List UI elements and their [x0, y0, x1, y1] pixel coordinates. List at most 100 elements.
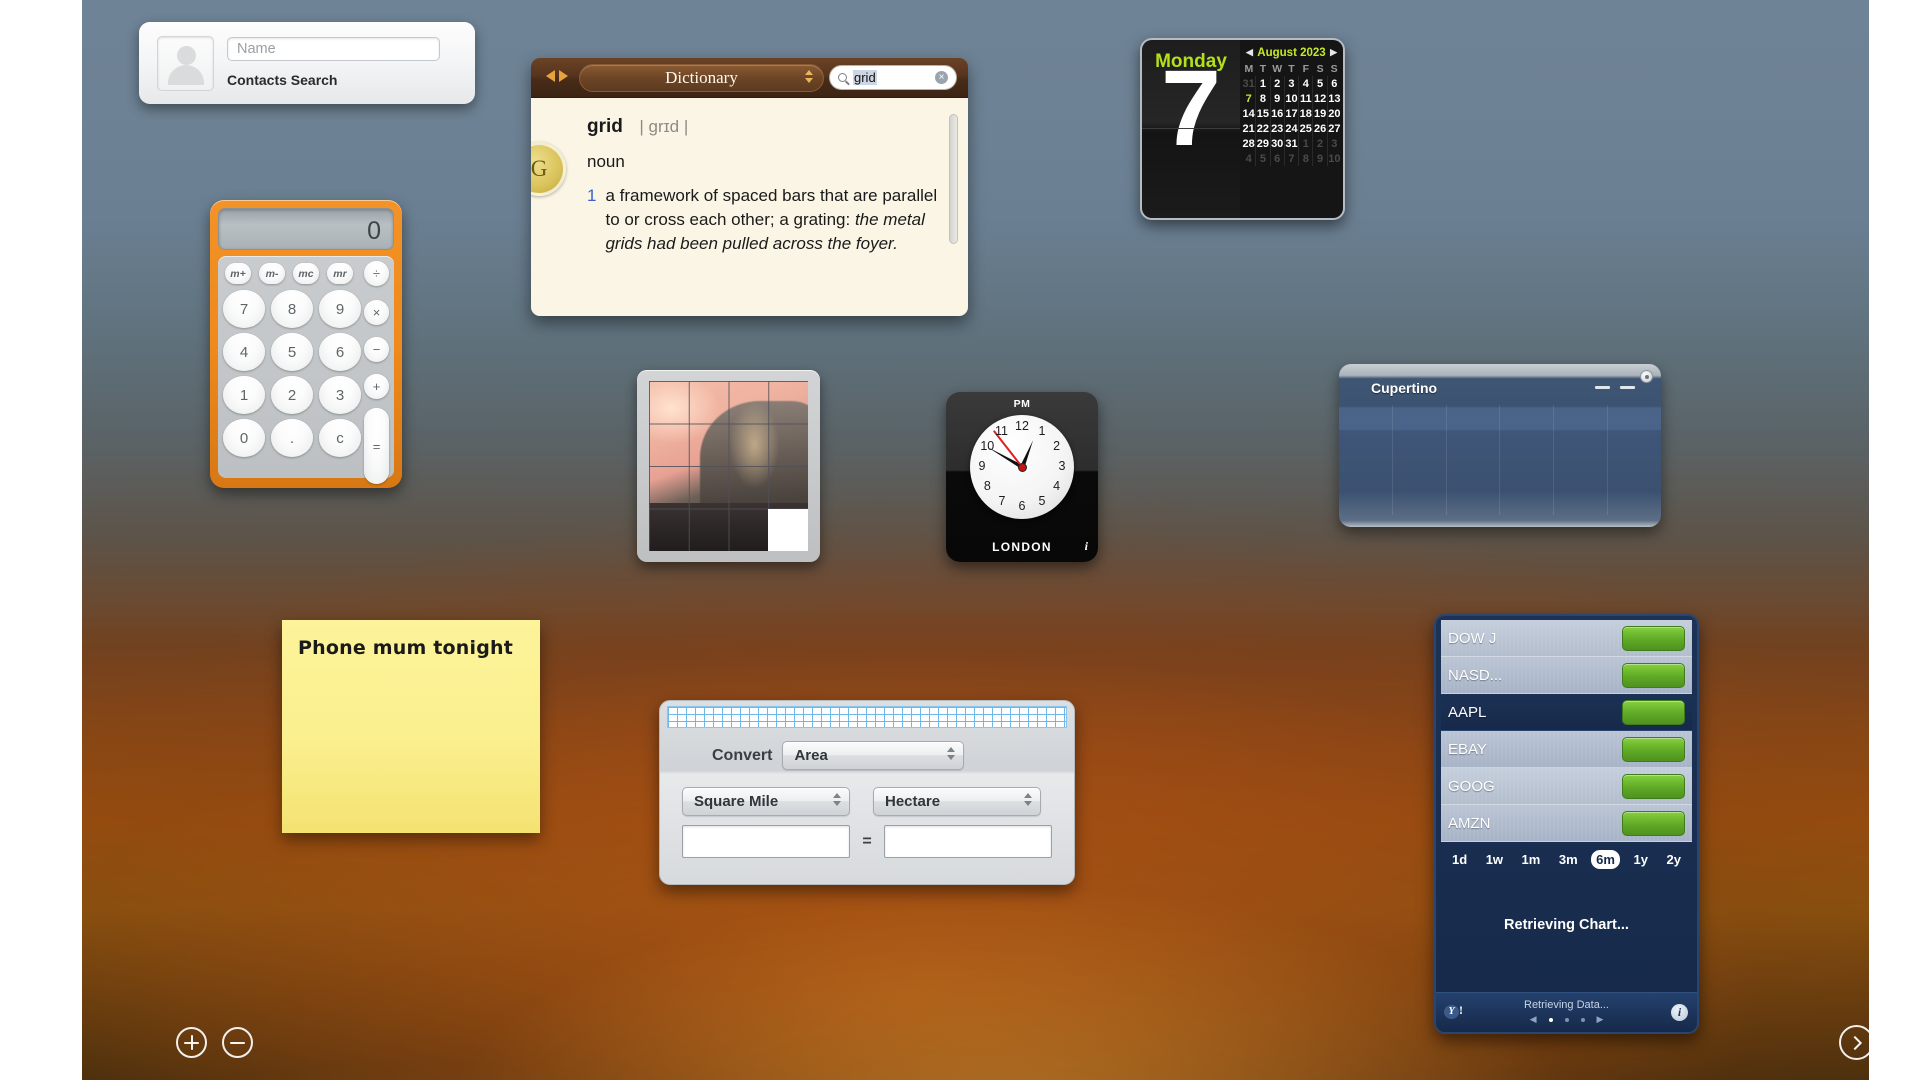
- calc-key-mc[interactable]: mc: [293, 263, 319, 284]
- tile-game-board[interactable]: [649, 381, 808, 551]
- calendar-day-cell[interactable]: 4: [1242, 151, 1256, 166]
- calendar-day-cell[interactable]: 15: [1255, 106, 1271, 121]
- pager-prev-icon[interactable]: ◀: [1530, 1014, 1537, 1025]
- stock-row[interactable]: NASD...: [1441, 657, 1692, 694]
- calendar-day-cell[interactable]: 2: [1312, 136, 1328, 151]
- calendar-day-cell[interactable]: 5: [1255, 151, 1271, 166]
- calendar-day-cell[interactable]: 6: [1269, 151, 1285, 166]
- calc-key-3[interactable]: 3: [319, 376, 361, 414]
- stocks-range-2y[interactable]: 2y: [1661, 850, 1685, 869]
- calendar-day-cell[interactable]: 23: [1269, 121, 1285, 136]
- stocks-pager[interactable]: ◀ ▶: [1436, 1014, 1697, 1025]
- calendar-day-cell[interactable]: 17: [1283, 106, 1299, 121]
- calendar-day-cell[interactable]: 24: [1283, 121, 1299, 136]
- stepper-icon[interactable]: [1024, 793, 1032, 806]
- calendar-day-cell[interactable]: 29: [1255, 136, 1271, 151]
- back-arrow-icon[interactable]: [546, 70, 555, 82]
- world-clock-widget[interactable]: PM 12 1 2 3 4 5 6 7 8 9 10 11 LONDON i: [946, 392, 1098, 562]
- calendar-day-cell[interactable]: 20: [1326, 106, 1341, 121]
- stocks-range-1w[interactable]: 1w: [1481, 850, 1508, 869]
- calendar-day-cell[interactable]: 18: [1298, 106, 1313, 121]
- forward-arrow-icon[interactable]: [559, 70, 568, 82]
- calendar-next-month-icon[interactable]: ▶: [1330, 47, 1337, 58]
- stocks-range-3m[interactable]: 3m: [1554, 850, 1583, 869]
- calc-key-divide[interactable]: ÷: [364, 261, 389, 286]
- calc-key-m-minus[interactable]: m-: [259, 263, 285, 284]
- calendar-day-cell[interactable]: 31: [1242, 76, 1256, 91]
- calc-key-minus[interactable]: −: [364, 337, 389, 362]
- calendar-day-cell[interactable]: 21: [1242, 121, 1256, 136]
- contacts-search-widget[interactable]: Name Contacts Search: [139, 22, 475, 104]
- calendar-day-cell[interactable]: 22: [1255, 121, 1271, 136]
- dictionary-widget[interactable]: Dictionary grid × G grid | grɪd | noun 1…: [531, 58, 968, 316]
- converter-to-input[interactable]: [884, 825, 1052, 858]
- stocks-range-1y[interactable]: 1y: [1628, 850, 1652, 869]
- pager-next-icon[interactable]: ▶: [1597, 1014, 1604, 1025]
- close-icon[interactable]: [1640, 370, 1653, 383]
- stepper-icon[interactable]: [947, 747, 956, 760]
- calendar-day-cell[interactable]: 12: [1312, 91, 1328, 106]
- calc-key-mr[interactable]: mr: [327, 263, 353, 284]
- unit-converter-widget[interactable]: Convert Area Square Mile Hectare =: [659, 700, 1075, 885]
- remove-widget-button[interactable]: [222, 1027, 253, 1058]
- contacts-name-input[interactable]: Name: [227, 37, 440, 61]
- calc-key-0[interactable]: 0: [223, 419, 265, 457]
- calendar-day-cell[interactable]: 3: [1283, 76, 1299, 91]
- calc-key-multiply[interactable]: ×: [364, 300, 389, 325]
- add-widget-button[interactable]: [176, 1027, 207, 1058]
- calendar-day-cell[interactable]: 9: [1312, 151, 1328, 166]
- dictionary-search-field[interactable]: grid ×: [829, 65, 957, 90]
- calc-key-5[interactable]: 5: [271, 333, 313, 371]
- calendar-day-cell[interactable]: 31: [1283, 136, 1299, 151]
- stocks-range-6m[interactable]: 6m: [1591, 850, 1620, 869]
- stocks-range-1m[interactable]: 1m: [1517, 850, 1546, 869]
- calendar-day-cell[interactable]: 3: [1326, 136, 1341, 151]
- calc-key-8[interactable]: 8: [271, 290, 313, 328]
- stepper-icon[interactable]: [805, 70, 813, 83]
- calc-key-plus[interactable]: +: [364, 374, 389, 399]
- next-page-button[interactable]: [1839, 1025, 1869, 1060]
- dictionary-source-select[interactable]: Dictionary: [579, 64, 824, 92]
- info-icon[interactable]: i: [1085, 539, 1088, 554]
- stocks-list[interactable]: DOW J NASD... AAPL EBAY GOOG AMZN: [1436, 616, 1697, 845]
- calendar-day-cell[interactable]: 26: [1312, 121, 1328, 136]
- calendar-day-cell[interactable]: 1: [1298, 136, 1313, 151]
- calculator-widget[interactable]: 0 m+ m- mc mr ÷ × − + = 7 8 9 4 5 6 1 2 …: [210, 200, 402, 488]
- calendar-day-cell[interactable]: 6: [1326, 76, 1341, 91]
- sticky-note-widget[interactable]: Phone mum tonight: [282, 620, 540, 833]
- stock-row[interactable]: AMZN: [1441, 805, 1692, 842]
- calc-key-clear[interactable]: c: [319, 419, 361, 457]
- calendar-day-cell[interactable]: 30: [1269, 136, 1285, 151]
- calendar-day-cell[interactable]: 25: [1298, 121, 1313, 136]
- sticky-note-text[interactable]: Phone mum tonight: [298, 637, 524, 659]
- calc-key-equals[interactable]: =: [364, 408, 389, 484]
- calendar-day-today[interactable]: 7: [1242, 91, 1256, 106]
- stock-row[interactable]: AAPL: [1441, 694, 1692, 731]
- calculator-keypad[interactable]: m+ m- mc mr ÷ × − + = 7 8 9 4 5 6 1 2 3 …: [218, 256, 394, 484]
- stock-row[interactable]: GOOG: [1441, 768, 1692, 805]
- stocks-range-1d[interactable]: 1d: [1447, 850, 1472, 869]
- stepper-icon[interactable]: [833, 793, 841, 806]
- calendar-day-cell[interactable]: 16: [1269, 106, 1285, 121]
- calendar-day-cell[interactable]: 7: [1283, 151, 1299, 166]
- calendar-day-cell[interactable]: 8: [1298, 151, 1313, 166]
- calendar-day-cell[interactable]: 11: [1298, 91, 1313, 106]
- stock-row[interactable]: EBAY: [1441, 731, 1692, 768]
- tile-game-widget[interactable]: [637, 370, 820, 562]
- calendar-day-cell[interactable]: 13: [1326, 91, 1341, 106]
- calendar-day-cell[interactable]: 28: [1242, 136, 1256, 151]
- calendar-widget[interactable]: Monday 7 ◀ August 2023 ▶ MTWTFSS 31 1 2 3 4 5…: [1140, 38, 1345, 220]
- dictionary-nav-arrows[interactable]: [546, 70, 568, 82]
- calc-key-7[interactable]: 7: [223, 290, 265, 328]
- calendar-day-cell[interactable]: 1: [1255, 76, 1271, 91]
- weather-widget[interactable]: Cupertino: [1339, 364, 1661, 527]
- calc-key-1[interactable]: 1: [223, 376, 265, 414]
- clear-icon[interactable]: ×: [935, 71, 948, 84]
- calendar-day-cell[interactable]: 2: [1269, 76, 1285, 91]
- calc-key-2[interactable]: 2: [271, 376, 313, 414]
- calendar-day-cell[interactable]: 4: [1298, 76, 1313, 91]
- converter-to-unit-select[interactable]: Hectare: [873, 787, 1041, 816]
- stocks-widget[interactable]: DOW J NASD... AAPL EBAY GOOG AMZN 1d 1w 1m 3m 6m 1…: [1434, 614, 1699, 1034]
- calendar-day-cell[interactable]: 10: [1283, 91, 1299, 106]
- calc-key-9[interactable]: 9: [319, 290, 361, 328]
